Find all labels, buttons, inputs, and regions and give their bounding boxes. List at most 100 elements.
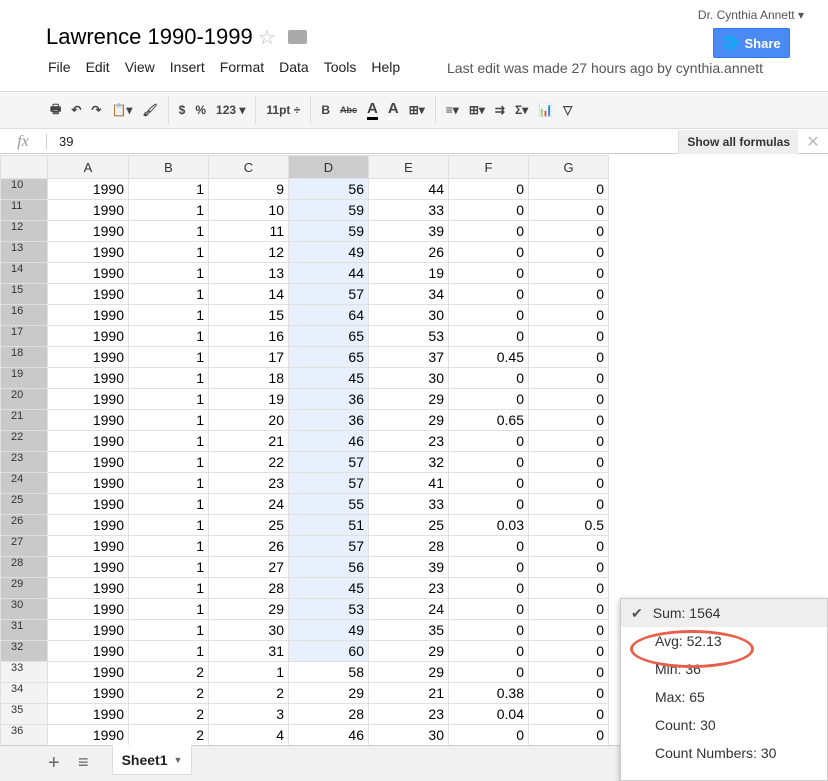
cell-f25[interactable]: 0 [448, 493, 529, 515]
cell-a16[interactable]: 1990 [47, 304, 129, 326]
cell-d20[interactable]: 36 [288, 388, 369, 410]
row-header[interactable]: 20 [0, 388, 48, 410]
cell-b34[interactable]: 2 [128, 682, 209, 704]
cell-d18[interactable]: 65 [288, 346, 369, 368]
chevron-down-icon[interactable]: ▼ [174, 755, 183, 765]
borders-icon[interactable]: ⊞▾ [409, 103, 425, 117]
row-header[interactable]: 17 [0, 325, 48, 347]
cell-b12[interactable]: 1 [128, 220, 209, 242]
cell-e34[interactable]: 21 [368, 682, 449, 704]
cell-f18[interactable]: 0.45 [448, 346, 529, 368]
fill-color-button[interactable]: A [387, 100, 399, 120]
menu-insert[interactable]: Insert [170, 59, 205, 75]
cell-a17[interactable]: 1990 [47, 325, 129, 347]
cell-a11[interactable]: 1990 [47, 199, 129, 221]
cell-d24[interactable]: 57 [288, 472, 369, 494]
cell-c24[interactable]: 23 [208, 472, 289, 494]
cell-e30[interactable]: 24 [368, 598, 449, 620]
cell-b10[interactable]: 1 [128, 178, 209, 200]
star-icon[interactable]: ☆ [258, 25, 276, 50]
cell-e25[interactable]: 33 [368, 493, 449, 515]
cell-c23[interactable]: 22 [208, 451, 289, 473]
functions-icon[interactable]: Σ▾ [515, 103, 528, 117]
cell-e13[interactable]: 26 [368, 241, 449, 263]
cell-d33[interactable]: 58 [288, 661, 369, 683]
cell-f11[interactable]: 0 [448, 199, 529, 221]
cell-e14[interactable]: 19 [368, 262, 449, 284]
cell-f26[interactable]: 0.03 [448, 514, 529, 536]
cell-f34[interactable]: 0.38 [448, 682, 529, 704]
spreadsheet-grid[interactable]: ABCDEFG 10 1990 1 9 56 44 0 0 11 1990 1 10 59 33 0 0 12 1… [0, 155, 609, 746]
cell-e29[interactable]: 23 [368, 577, 449, 599]
cell-g36[interactable]: 0 [528, 724, 609, 746]
cell-a27[interactable]: 1990 [47, 535, 129, 557]
cell-a19[interactable]: 1990 [47, 367, 129, 389]
cell-f35[interactable]: 0.04 [448, 703, 529, 725]
cell-d30[interactable]: 53 [288, 598, 369, 620]
cell-g25[interactable]: 0 [528, 493, 609, 515]
cell-b19[interactable]: 1 [128, 367, 209, 389]
paste-icon[interactable]: 📋▾ [111, 103, 132, 117]
chart-icon[interactable]: 📊 [538, 103, 553, 117]
cell-a32[interactable]: 1990 [47, 640, 129, 662]
column-header-e[interactable]: E [368, 155, 449, 179]
cell-b27[interactable]: 1 [128, 535, 209, 557]
cell-e20[interactable]: 29 [368, 388, 449, 410]
row-header[interactable]: 19 [0, 367, 48, 389]
menu-view[interactable]: View [125, 59, 155, 75]
cell-b11[interactable]: 1 [128, 199, 209, 221]
cell-e32[interactable]: 29 [368, 640, 449, 662]
cell-e16[interactable]: 30 [368, 304, 449, 326]
cell-b33[interactable]: 2 [128, 661, 209, 683]
align-icon[interactable]: ≡▾ [446, 103, 459, 117]
cell-e26[interactable]: 25 [368, 514, 449, 536]
cell-g24[interactable]: 0 [528, 472, 609, 494]
column-header-b[interactable]: B [128, 155, 209, 179]
cell-c20[interactable]: 19 [208, 388, 289, 410]
cell-a10[interactable]: 1990 [47, 178, 129, 200]
cell-f21[interactable]: 0.65 [448, 409, 529, 431]
redo-icon[interactable]: ↷ [91, 103, 101, 117]
cell-c10[interactable]: 9 [208, 178, 289, 200]
cell-d12[interactable]: 59 [288, 220, 369, 242]
cell-a36[interactable]: 1990 [47, 724, 129, 746]
print-icon[interactable]: 🖶 [50, 100, 61, 121]
merge-cells-icon[interactable]: ⊞▾ [469, 103, 485, 117]
cell-b36[interactable]: 2 [128, 724, 209, 746]
cell-c13[interactable]: 12 [208, 241, 289, 263]
cell-c12[interactable]: 11 [208, 220, 289, 242]
folder-icon[interactable] [288, 30, 307, 44]
row-header[interactable]: 10 [0, 178, 48, 200]
cell-b18[interactable]: 1 [128, 346, 209, 368]
cell-c16[interactable]: 15 [208, 304, 289, 326]
cell-f31[interactable]: 0 [448, 619, 529, 641]
cell-f32[interactable]: 0 [448, 640, 529, 662]
row-header[interactable]: 11 [0, 199, 48, 221]
cell-a18[interactable]: 1990 [47, 346, 129, 368]
cell-f10[interactable]: 0 [448, 178, 529, 200]
document-title[interactable]: Lawrence 1990-1999 [46, 24, 253, 50]
cell-g28[interactable]: 0 [528, 556, 609, 578]
cell-d21[interactable]: 36 [288, 409, 369, 431]
select-all-corner[interactable] [0, 155, 48, 179]
cell-g18[interactable]: 0 [528, 346, 609, 368]
cell-a33[interactable]: 1990 [47, 661, 129, 683]
number-format-button[interactable]: 123 ▾ [216, 103, 245, 117]
user-account-menu[interactable]: Dr. Cynthia Annett ▾ [698, 8, 804, 22]
row-header[interactable]: 25 [0, 493, 48, 515]
cell-e10[interactable]: 44 [368, 178, 449, 200]
cell-c11[interactable]: 10 [208, 199, 289, 221]
cell-a22[interactable]: 1990 [47, 430, 129, 452]
sheet-tab-sheet1[interactable]: Sheet1 ▼ [112, 745, 192, 775]
row-header[interactable]: 24 [0, 472, 48, 494]
cell-b25[interactable]: 1 [128, 493, 209, 515]
share-button[interactable]: 🌐 Share [713, 28, 790, 58]
cell-a30[interactable]: 1990 [47, 598, 129, 620]
row-header[interactable]: 12 [0, 220, 48, 242]
cell-d28[interactable]: 56 [288, 556, 369, 578]
cell-d29[interactable]: 45 [288, 577, 369, 599]
cell-c18[interactable]: 17 [208, 346, 289, 368]
cell-g19[interactable]: 0 [528, 367, 609, 389]
row-header[interactable]: 31 [0, 619, 48, 641]
cell-d31[interactable]: 49 [288, 619, 369, 641]
